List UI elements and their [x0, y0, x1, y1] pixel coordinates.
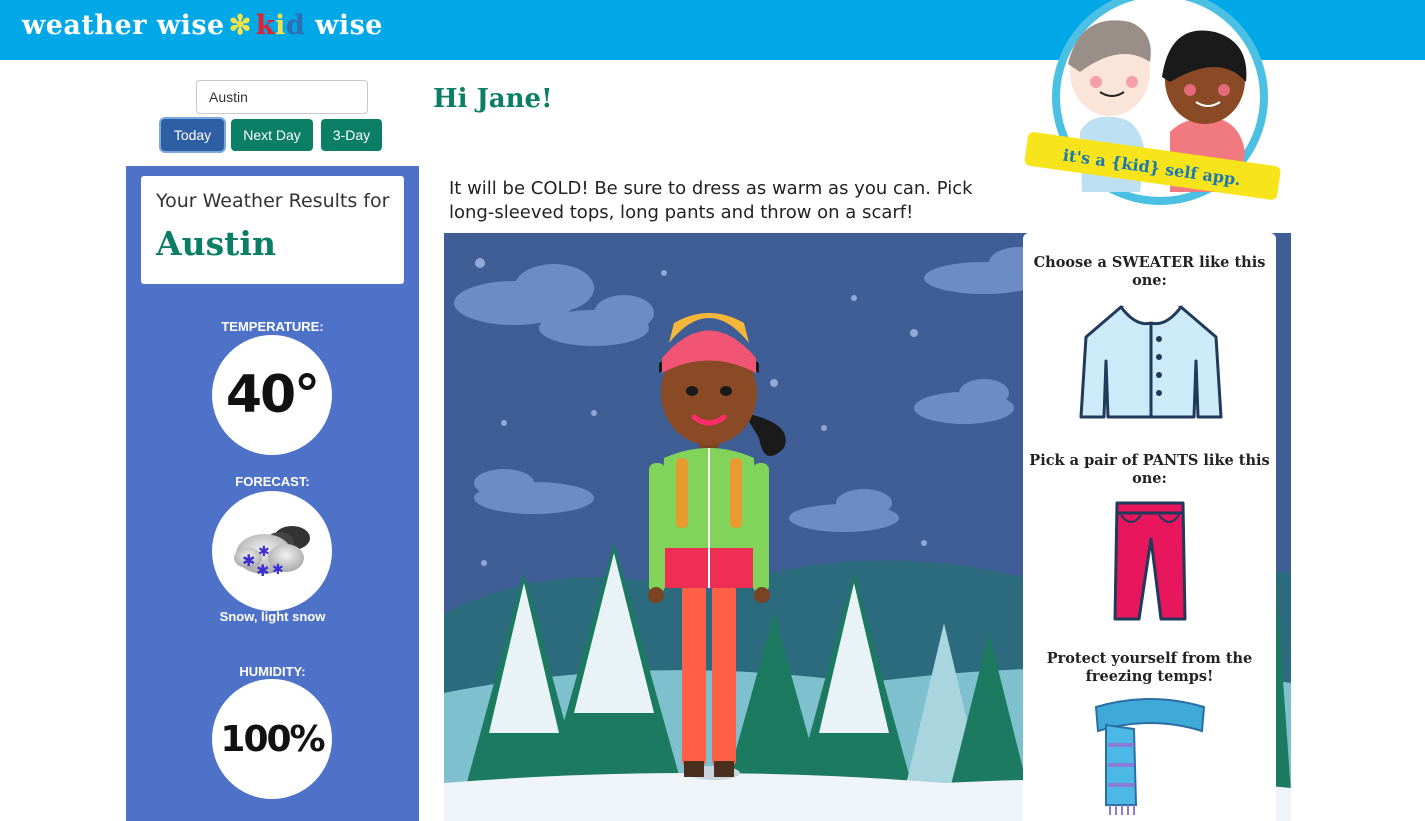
- results-city: Austin: [156, 224, 276, 263]
- svg-text:✱: ✱: [242, 551, 255, 570]
- forecast-label: FORECAST:: [235, 474, 310, 489]
- weather-panel: Your Weather Results for Austin TEMPERAT…: [126, 166, 419, 821]
- scarf-icon: [1094, 698, 1206, 815]
- svg-text:✱: ✱: [256, 561, 269, 580]
- forecast-circle: ✱ ✱ ✱ ✱: [212, 491, 332, 611]
- sweater-tip: Choose a SWEATER like this one:: [1033, 254, 1266, 289]
- humidity-circle: 100%: [212, 679, 332, 799]
- snow-cloud-icon: ✱ ✱ ✱ ✱: [234, 526, 310, 580]
- results-card: Your Weather Results for Austin: [141, 176, 404, 284]
- svg-text:✱: ✱: [272, 562, 284, 578]
- sweater-icon: [1079, 305, 1223, 419]
- kid-self-app-badge[interactable]: it's a {kid} self app.: [1020, 0, 1282, 218]
- pants-tip: Pick a pair of PANTS like this one:: [1029, 452, 1270, 487]
- clothing-suggestions-card: Choose a SWEATER like this one: Pick a p…: [1023, 233, 1276, 821]
- three-day-button[interactable]: 3-Day: [321, 119, 382, 151]
- temperature-label: TEMPERATURE:: [221, 319, 324, 334]
- humidity-label: HUMIDITY:: [239, 664, 306, 679]
- kids-badge-icon: it's a {kid} self app.: [1024, 0, 1281, 205]
- city-search-input[interactable]: [196, 80, 368, 114]
- brand-logo[interactable]: weather wise ✻ kid wise: [22, 10, 383, 41]
- temperature-circle: 40°: [212, 335, 332, 455]
- greeting: Hi Jane!: [433, 84, 553, 114]
- next-day-button[interactable]: Next Day: [231, 119, 313, 151]
- pants-icon: [1113, 501, 1187, 621]
- forecast-description: Snow, light snow: [219, 609, 326, 624]
- humidity-value: 100%: [220, 718, 325, 760]
- temperature-value: 40°: [225, 365, 320, 425]
- scarf-tip: Protect yourself from the freezing temps…: [1046, 650, 1253, 685]
- clothing-advice: It will be COLD! Be sure to dress as war…: [449, 178, 973, 223]
- results-label: Your Weather Results for: [156, 190, 390, 212]
- asterisk-icon: ✻: [228, 10, 252, 41]
- today-button[interactable]: Today: [161, 119, 224, 151]
- svg-text:✱: ✱: [258, 544, 270, 560]
